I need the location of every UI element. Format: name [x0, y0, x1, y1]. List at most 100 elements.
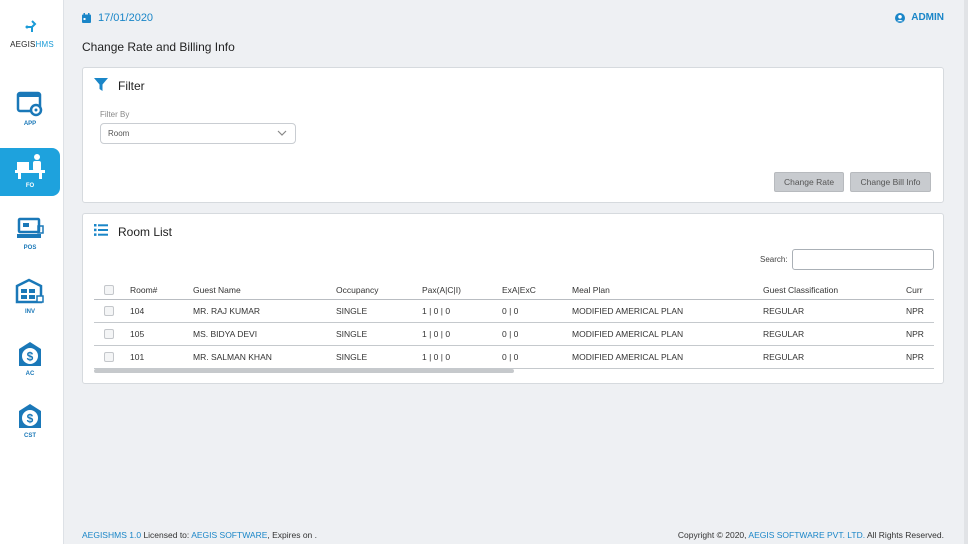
list-icon [94, 224, 108, 236]
table-cell: REGULAR [763, 345, 906, 369]
sidebar-item-ac[interactable]: $ AC [0, 336, 60, 384]
inventory-icon [15, 278, 44, 304]
logo-text: AEGISHMS [10, 40, 54, 49]
search-input[interactable] [792, 249, 934, 270]
filter-funnel-icon [94, 78, 108, 91]
table-row[interactable]: 105 MS. BIDYA DEVI SINGLE 1 | 0 | 0 0 | … [94, 322, 934, 346]
horizontal-scrollbar[interactable] [94, 369, 934, 373]
footer-copyright: Copyright © 2020, AEGIS SOFTWARE PVT. LT… [678, 530, 944, 540]
table-cell: REGULAR [763, 299, 906, 323]
table-cell: 1 | 0 | 0 [422, 345, 502, 369]
sidebar-item-label: CST [24, 433, 36, 439]
page-title: Change Rate and Billing Info [82, 40, 235, 54]
table-cell: 0 | 0 [502, 299, 572, 323]
room-table: Room# Guest Name Occupancy Pax(A|C|I) Ex… [94, 278, 934, 369]
table-row[interactable]: 101 MR. SALMAN KHAN SINGLE 1 | 0 | 0 0 |… [94, 345, 934, 369]
scrollbar-thumb[interactable] [94, 369, 514, 373]
select-all-cell [94, 278, 130, 300]
copyright-text: Copyright © 2020, [677, 530, 747, 540]
column-header[interactable]: Occupancy [336, 278, 422, 300]
table-cell: MR. RAJ KUMAR [193, 299, 336, 323]
filter-by-select[interactable]: Room [100, 123, 296, 144]
svg-text:$: $ [27, 350, 34, 364]
table-cell: MS. BIDYA DEVI [193, 322, 336, 346]
sidebar-item-inv[interactable]: INV [0, 274, 60, 322]
svg-text:$: $ [27, 412, 34, 426]
current-date: 17/01/2020 [82, 12, 153, 24]
chevron-down-icon [277, 130, 287, 136]
app-settings-icon [16, 91, 43, 117]
front-office-icon [15, 154, 45, 179]
sidebar-item-label: FO [25, 183, 35, 189]
table-cell: MR. SALMAN KHAN [193, 345, 336, 369]
table-cell: NPR [906, 345, 934, 369]
page-scrollbar[interactable] [964, 0, 968, 544]
licensed-to-label: Licensed to: [143, 530, 190, 540]
table-cell: 0 | 0 [502, 345, 572, 369]
filter-title: Filter [118, 79, 145, 93]
user-name: ADMIN [911, 12, 944, 23]
column-header[interactable]: Pax(A|C|I) [422, 278, 502, 300]
table-cell: REGULAR [763, 322, 906, 346]
filter-by-value: Room [108, 129, 130, 138]
sidebar-item-label: APP [23, 121, 37, 127]
row-checkbox[interactable] [104, 305, 114, 316]
table-cell: MODIFIED AMERICAL PLAN [572, 299, 763, 323]
column-header[interactable]: Guest Classification [763, 278, 906, 300]
company-name: AEGIS SOFTWARE PVT. LTD. [748, 530, 866, 540]
licensee-name: AEGIS SOFTWARE [191, 530, 268, 540]
table-cell: 0 | 0 [502, 322, 572, 346]
room-list-title: Room List [118, 225, 173, 239]
sidebar-item-label: INV [24, 309, 35, 315]
sidebar: AEGISHMS APP FO POS INV $ AC $ CST [0, 0, 64, 544]
sidebar-item-label: AC [25, 371, 35, 377]
filter-by-label: Filter By [100, 110, 130, 119]
app-logo[interactable]: AEGISHMS [0, 20, 64, 49]
sidebar-item-app[interactable]: APP [0, 86, 60, 134]
rights-text: All Rights Reserved. [866, 530, 944, 540]
table-cell: MODIFIED AMERICAL PLAN [572, 345, 763, 369]
column-header[interactable]: Room# [130, 278, 193, 300]
change-bill-info-button[interactable]: Change Bill Info [850, 172, 931, 192]
calendar-icon [82, 13, 91, 23]
table-cell: 101 [130, 345, 193, 369]
search-label: Search: [760, 255, 788, 264]
sidebar-item-label: POS [23, 245, 37, 251]
table-cell: SINGLE [336, 345, 422, 369]
pos-register-icon [17, 217, 44, 238]
table-cell: 1 | 0 | 0 [422, 299, 502, 323]
cost-dollar-icon: $ [19, 404, 41, 428]
change-rate-button[interactable]: Change Rate [774, 172, 844, 192]
column-header[interactable]: Meal Plan [572, 278, 763, 300]
date-text: 17/01/2020 [98, 12, 154, 24]
table-cell: NPR [906, 322, 934, 346]
sidebar-item-fo[interactable]: FO [0, 148, 60, 196]
room-list-panel: Room List Search: Room# Guest Name Occup… [82, 213, 944, 384]
column-header[interactable]: Guest Name [193, 278, 336, 300]
column-header[interactable]: ExA|ExC [502, 278, 572, 300]
user-icon [895, 12, 906, 23]
sidebar-item-pos[interactable]: POS [0, 212, 60, 260]
sidebar-item-cst[interactable]: $ CST [0, 398, 60, 446]
logo-arrows-icon [25, 20, 37, 32]
row-checkbox[interactable] [104, 328, 114, 339]
table-cell: MODIFIED AMERICAL PLAN [572, 322, 763, 346]
select-all-checkbox[interactable] [104, 285, 114, 296]
table-cell: 105 [130, 322, 193, 346]
top-bar: 17/01/2020 ADMIN [82, 12, 944, 28]
table-header-row: Room# Guest Name Occupancy Pax(A|C|I) Ex… [94, 278, 934, 300]
table-cell: 104 [130, 299, 193, 323]
accounts-dollar-icon: $ [19, 342, 41, 366]
filter-panel: Filter Filter By Room Change Rate Change… [82, 67, 944, 203]
table-cell: 1 | 0 | 0 [422, 322, 502, 346]
table-row[interactable]: 104 MR. RAJ KUMAR SINGLE 1 | 0 | 0 0 | 0… [94, 299, 934, 323]
row-checkbox[interactable] [104, 351, 114, 362]
table-cell: SINGLE [336, 322, 422, 346]
user-menu[interactable]: ADMIN [895, 12, 944, 23]
column-header[interactable]: Curr [906, 278, 934, 300]
product-version: AEGISHMS 1.0 [82, 530, 142, 540]
footer-license: AEGISHMS 1.0 Licensed to: AEGIS SOFTWARE… [82, 530, 317, 540]
expires-text: , Expires on . [267, 530, 317, 540]
table-cell: SINGLE [336, 299, 422, 323]
table-cell: NPR [906, 299, 934, 323]
